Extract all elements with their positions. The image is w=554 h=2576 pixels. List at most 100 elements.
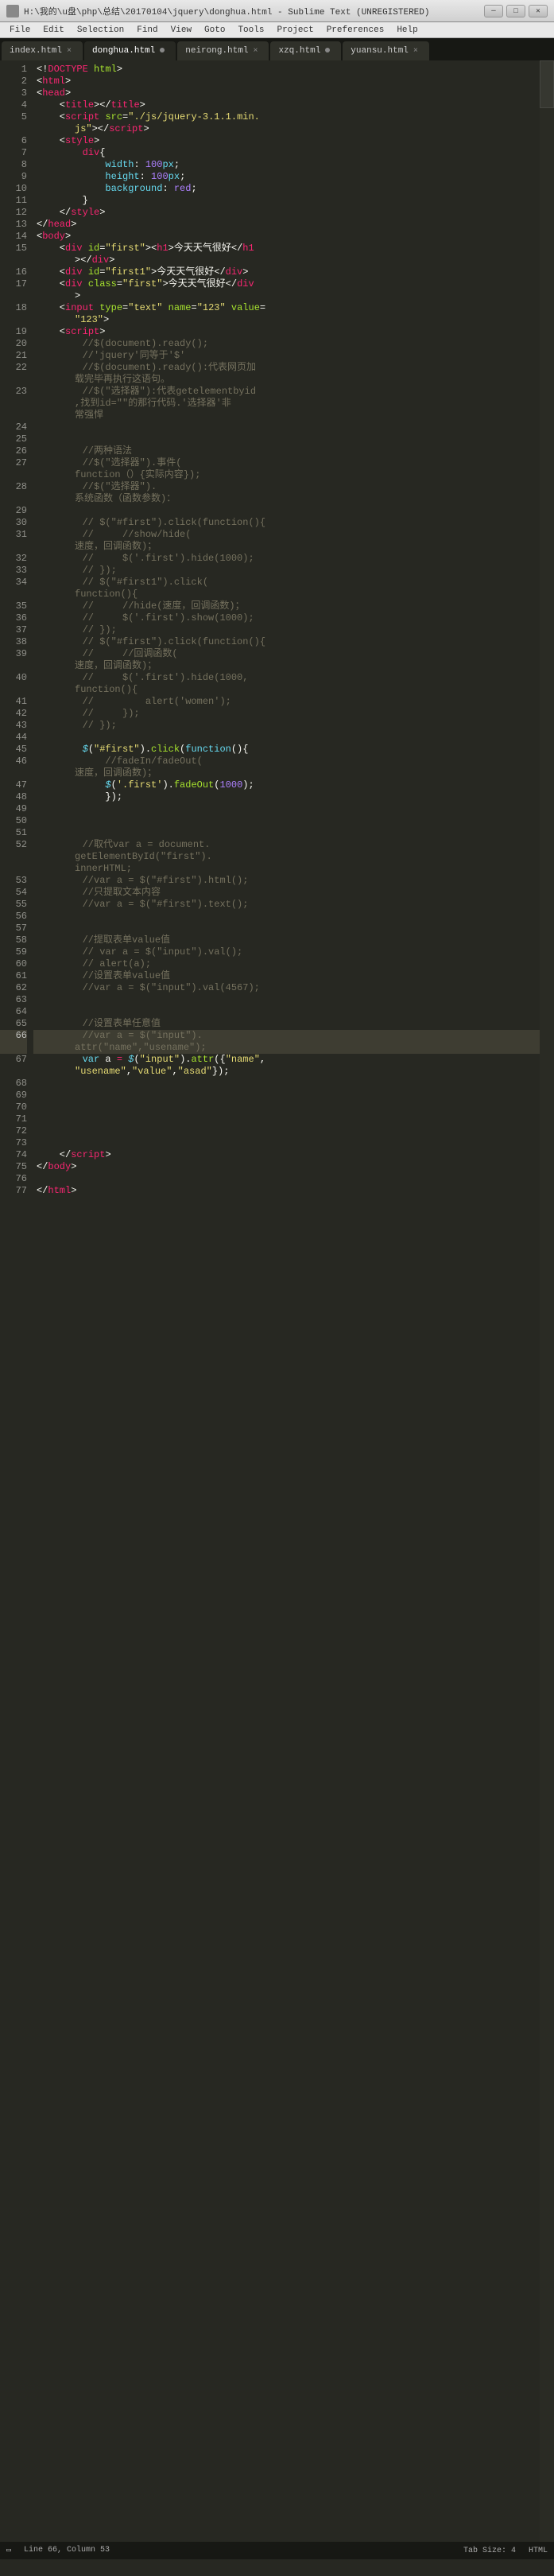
code-line[interactable]: // $('.first').hide(1000, [33,672,540,684]
code-line[interactable]: //fadeIn/fadeOut( [33,756,540,767]
code-line-wrap[interactable]: attr("name","usename"); [33,1042,540,1054]
code-line[interactable]: var a = $("input").attr({"name", [33,1054,540,1066]
code-line[interactable]: // alert('women'); [33,696,540,708]
code-line-wrap[interactable]: function(){ [33,684,540,696]
code-line[interactable]: //$("选择器"). [33,481,540,493]
code-line[interactable] [33,505,540,517]
code-line[interactable]: // }); [33,624,540,636]
code-line[interactable]: // $("#first1").click( [33,577,540,589]
code-line[interactable]: <input type="text" name="123" value= [33,302,540,314]
code-line-wrap[interactable]: ></div> [33,254,540,266]
status-tab-size[interactable]: Tab Size: 4 [463,2547,516,2555]
code-line[interactable]: <!DOCTYPE html> [33,64,540,76]
close-button[interactable]: ✕ [529,5,548,17]
code-line[interactable] [33,923,540,934]
code-line[interactable]: //'jquery'同等于'$' [33,350,540,362]
code-line[interactable]: //设置表单任意值 [33,1018,540,1030]
code-line[interactable] [33,815,540,827]
code-line-wrap[interactable]: 系统函数（函数参数)： [33,493,540,505]
code-line[interactable]: div{ [33,147,540,159]
code-line[interactable] [33,1137,540,1149]
code-line[interactable]: // $('.first').show(1000); [33,612,540,624]
code-line[interactable]: </style> [33,207,540,219]
code-line[interactable]: </script> [33,1149,540,1161]
code-line[interactable]: //var a = $("input").val(4567); [33,982,540,994]
tab-neirong-html[interactable]: neirong.html× [177,41,269,60]
code-line[interactable]: $("#first").click(function(){ [33,744,540,756]
editor[interactable]: 1234567891011121314151617181920212223242… [0,60,554,2542]
menu-find[interactable]: Find [130,24,164,37]
code-line-wrap[interactable]: function（）{实际内容}); [33,469,540,481]
code-line[interactable]: <title></title> [33,99,540,111]
code-line[interactable] [33,1006,540,1018]
code-line[interactable]: height: 100px; [33,171,540,183]
code-line[interactable]: //提取表单value值 [33,934,540,946]
code-line-wrap[interactable]: function(){ [33,589,540,600]
status-console-icon[interactable]: ▭ [6,2546,11,2555]
code-line[interactable]: //$(document).ready():代表网页加 [33,362,540,374]
code-line[interactable] [33,1173,540,1185]
code-line[interactable]: width: 100px; [33,159,540,171]
code-line[interactable]: // $('.first').hide(1000); [33,553,540,565]
code-line[interactable]: // }); [33,720,540,732]
code-line[interactable]: //设置表单value值 [33,970,540,982]
maximize-button[interactable]: □ [506,5,525,17]
code-line-wrap[interactable]: innerHTML; [33,863,540,875]
code-line[interactable] [33,433,540,445]
code-line[interactable]: // //show/hide( [33,529,540,541]
code-line[interactable] [33,1113,540,1125]
code-line-wrap[interactable]: > [33,290,540,302]
code-line[interactable]: //$(document).ready(); [33,338,540,350]
code-line[interactable]: //$("选择器").事件( [33,457,540,469]
code-line-wrap[interactable]: 速度，回调函数)； [33,541,540,553]
code-line[interactable]: }); [33,791,540,803]
code-area[interactable]: <!DOCTYPE html><html><head> <title></tit… [33,60,540,2542]
status-line-col[interactable]: Line 66, Column 53 [24,2546,110,2555]
code-line-wrap[interactable]: 速度，回调函数)； [33,660,540,672]
code-line[interactable] [33,732,540,744]
menu-file[interactable]: File [3,24,37,37]
code-line[interactable]: //var a = $("input"). [33,1030,540,1042]
code-line[interactable]: <div id="first1">今天天气很好</div> [33,266,540,278]
code-line-wrap[interactable]: getElementById("first"). [33,851,540,863]
code-line-wrap[interactable]: "123"> [33,314,540,326]
code-line[interactable] [33,911,540,923]
code-line[interactable]: //只提取文本内容 [33,887,540,899]
menu-preferences[interactable]: Preferences [320,24,391,37]
code-line[interactable]: <script src="./js/jquery-3.1.1.min. [33,111,540,123]
code-line[interactable]: // $("#first").click(function(){ [33,636,540,648]
code-line[interactable]: //取代var a = document. [33,839,540,851]
code-line[interactable]: <body> [33,231,540,243]
code-line-wrap[interactable]: 常强悍 [33,410,540,422]
code-line-wrap[interactable]: 载完毕再执行这语句。 [33,374,540,386]
code-line[interactable]: //两种语法 [33,445,540,457]
status-syntax[interactable]: HTML [529,2547,548,2555]
menu-tools[interactable]: Tools [231,24,270,37]
tab-yuansu-html[interactable]: yuansu.html× [343,41,429,60]
code-line[interactable] [33,803,540,815]
tab-xzq-html[interactable]: xzq.html [270,41,341,60]
tab-close-icon[interactable]: × [67,47,72,56]
code-line[interactable]: </body> [33,1161,540,1173]
code-line[interactable]: //$("选择器"):代表getelementbyid [33,386,540,398]
code-line[interactable]: } [33,195,540,207]
tab-close-icon[interactable]: × [413,47,418,56]
code-line[interactable]: background: red; [33,183,540,195]
code-line[interactable]: <html> [33,76,540,87]
tab-dirty-dot[interactable] [325,48,330,52]
menu-project[interactable]: Project [270,24,320,37]
code-line[interactable]: // }); [33,708,540,720]
minimap-viewport[interactable] [540,60,554,108]
tab-index-html[interactable]: index.html× [2,41,83,60]
code-line[interactable]: <div id="first"><h1>今天天气很好</h1 [33,243,540,254]
code-line-wrap[interactable]: ,找到id=""的那行代码.'选择器'非 [33,398,540,410]
code-line[interactable]: <div class="first">今天天气很好</div [33,278,540,290]
minimize-button[interactable]: ─ [484,5,503,17]
code-line[interactable]: //var a = $("#first").html(); [33,875,540,887]
tab-donghua-html[interactable]: donghua.html [84,41,176,60]
code-line[interactable]: <script> [33,326,540,338]
code-line[interactable]: $('.first').fadeOut(1000); [33,779,540,791]
menu-edit[interactable]: Edit [37,24,70,37]
code-line[interactable] [33,1078,540,1090]
menu-selection[interactable]: Selection [71,24,130,37]
